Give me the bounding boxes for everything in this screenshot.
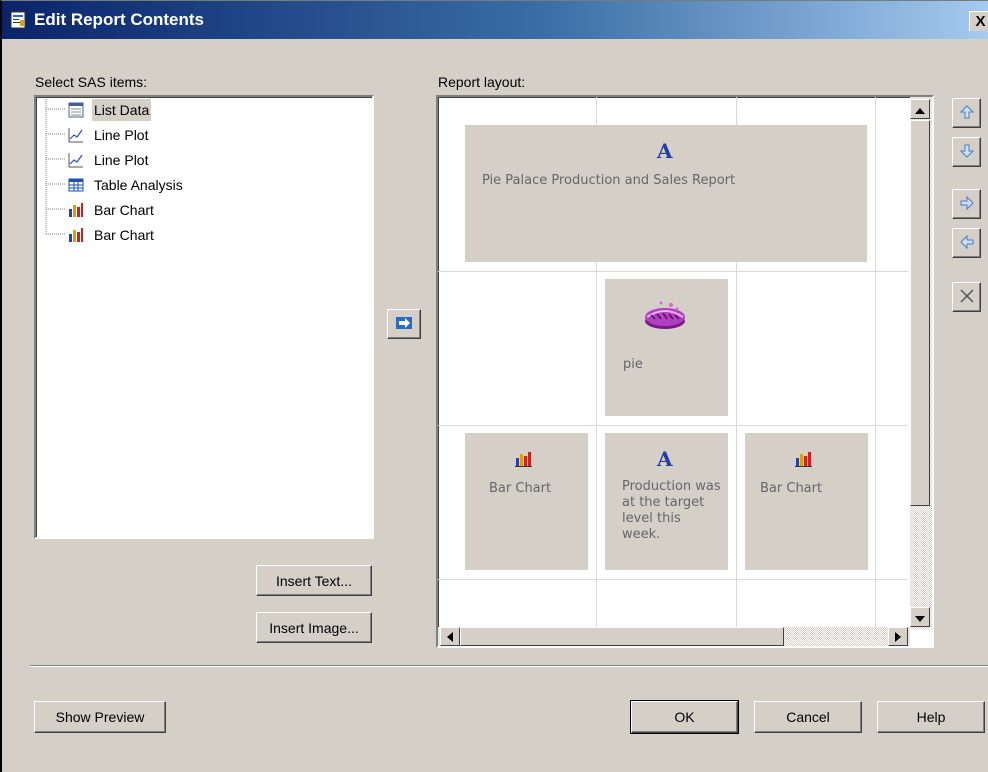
delete-x-icon: [959, 288, 975, 307]
grid-line: [438, 579, 908, 580]
grid-line: [438, 271, 908, 272]
move-up-button[interactable]: [952, 98, 981, 128]
tree-item-label: Line Plot: [94, 152, 149, 168]
line-plot-icon: [68, 127, 84, 143]
vertical-scroll-thumb[interactable]: [910, 120, 930, 506]
line-plot-icon: [68, 152, 84, 168]
text-item-icon: A: [657, 447, 673, 471]
list-data-icon: [68, 102, 84, 118]
sas-items-tree[interactable]: List Data Line Plot Line Plot Table Anal…: [34, 95, 374, 539]
scroll-up-button[interactable]: [910, 99, 930, 119]
triangle-left-icon: [447, 629, 453, 645]
cell-text: Pie Palace Production and Sales Report: [482, 173, 736, 188]
show-preview-button[interactable]: Show Preview: [34, 701, 166, 733]
triangle-up-icon: [915, 101, 925, 117]
insert-text-button[interactable]: Insert Text...: [256, 565, 372, 596]
add-to-layout-button[interactable]: [387, 309, 421, 339]
tree-item-label: Bar Chart: [94, 202, 154, 218]
layout-cell-bar-chart-left[interactable]: Bar Chart: [465, 433, 588, 570]
tree-item-label: List Data: [92, 99, 152, 121]
arrow-right-icon: [959, 195, 975, 214]
triangle-right-icon: [895, 629, 901, 645]
bar-chart-icon: [795, 451, 813, 471]
pie-image-icon: [641, 295, 689, 339]
move-down-button[interactable]: [952, 137, 981, 167]
title-bar[interactable]: Edit Report Contents X: [2, 1, 988, 39]
footer-separator: [30, 665, 988, 667]
arrow-up-icon: [959, 104, 975, 123]
tree-item-label: Table Analysis: [94, 177, 183, 193]
help-button[interactable]: Help: [877, 701, 985, 733]
grid-line: [438, 425, 908, 426]
cell-text: Bar Chart: [489, 481, 552, 496]
bar-chart-icon: [68, 227, 84, 243]
tree-item-label: Line Plot: [94, 127, 149, 143]
report-layout-grid[interactable]: A Pie Palace Production and Sales Report…: [436, 95, 934, 648]
ok-button[interactable]: OK: [630, 700, 739, 734]
cancel-button[interactable]: Cancel: [754, 701, 862, 733]
arrow-left-icon: [959, 234, 975, 253]
report-document-icon: [10, 11, 26, 29]
scroll-right-button[interactable]: [888, 627, 908, 646]
move-right-button[interactable]: [952, 189, 981, 219]
arrow-right-icon: [394, 315, 414, 334]
layout-cell-bar-chart-right[interactable]: Bar Chart: [745, 433, 868, 570]
cell-text: Bar Chart: [760, 481, 823, 496]
edit-report-contents-dialog: Edit Report Contents X Select SAS items:…: [0, 0, 988, 772]
scroll-left-button[interactable]: [440, 627, 460, 646]
report-layout-label: Report layout:: [438, 74, 526, 90]
layout-cell-title[interactable]: A Pie Palace Production and Sales Report: [465, 125, 867, 262]
insert-image-button[interactable]: Insert Image...: [256, 612, 372, 643]
layout-cell-image[interactable]: pie: [605, 279, 728, 416]
table-analysis-icon: [68, 177, 84, 193]
move-left-button[interactable]: [952, 228, 981, 258]
close-button[interactable]: X: [969, 11, 988, 31]
scroll-down-button[interactable]: [910, 607, 930, 627]
arrow-down-icon: [959, 143, 975, 162]
grid-line: [875, 97, 876, 646]
bar-chart-icon: [68, 202, 84, 218]
horizontal-scroll-thumb[interactable]: [460, 627, 784, 646]
text-item-icon: A: [657, 139, 673, 163]
window-title: Edit Report Contents: [34, 10, 204, 29]
tree-item-label: Bar Chart: [94, 227, 154, 243]
cell-text: pie: [623, 357, 643, 372]
close-icon: X: [975, 13, 986, 30]
select-sas-items-label: Select SAS items:: [35, 74, 148, 90]
bar-chart-icon: [515, 451, 533, 471]
layout-cell-text[interactable]: A Production was at the target level thi…: [605, 433, 728, 570]
delete-button[interactable]: [952, 282, 981, 312]
cell-text: Production was at the target level this …: [622, 479, 721, 542]
triangle-down-icon: [915, 609, 925, 625]
